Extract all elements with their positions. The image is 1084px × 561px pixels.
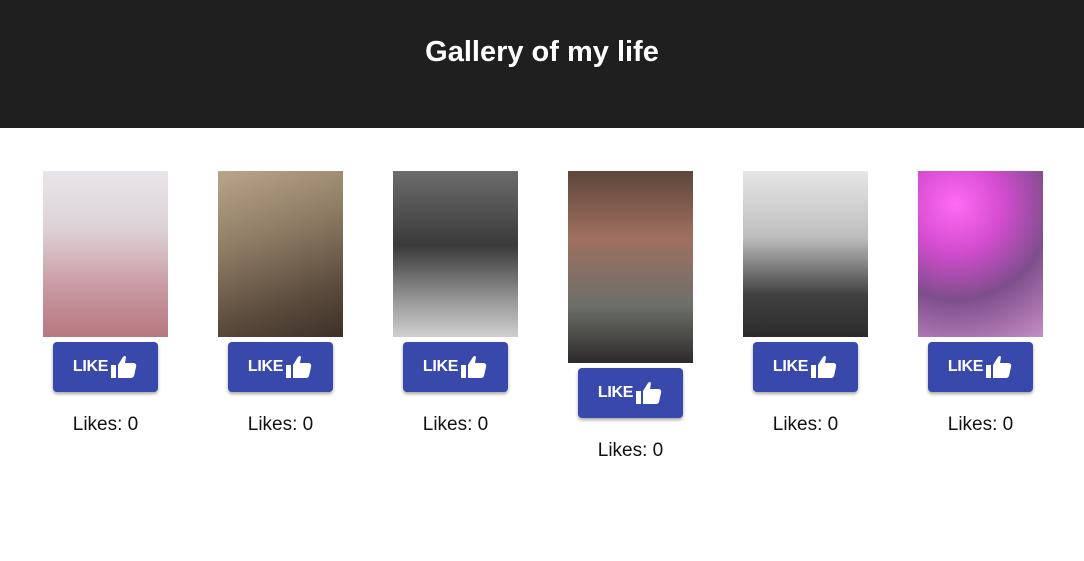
like-button[interactable]: LIKE	[53, 342, 158, 392]
thumbs-up-icon	[111, 356, 137, 378]
thumbs-up-icon	[461, 356, 487, 378]
like-button-label: LIKE	[772, 358, 809, 375]
couple-photo-icon	[43, 171, 168, 337]
like-button[interactable]: LIKE	[403, 342, 508, 392]
likes-count: Likes: 0	[597, 440, 664, 461]
like-button-label: LIKE	[247, 358, 284, 375]
like-button-label: LIKE	[72, 358, 109, 375]
couple-selfie-photo-icon	[918, 171, 1043, 337]
pug-bw-photo-icon	[393, 171, 518, 337]
couple-with-pug-photo-icon	[568, 171, 693, 363]
gallery-card: LIKE Likes: 0	[743, 171, 868, 436]
gallery-card: LIKE Likes: 0	[218, 171, 343, 436]
likes-count: Likes: 0	[947, 414, 1014, 435]
thumbs-up-icon	[286, 356, 312, 378]
couple-winter-photo-icon	[743, 171, 868, 337]
like-button[interactable]: LIKE	[578, 368, 683, 418]
like-button-label: LIKE	[947, 358, 984, 375]
gallery-card: LIKE Likes: 0	[393, 171, 518, 436]
gallery-card: LIKE Likes: 0	[43, 171, 168, 436]
like-button[interactable]: LIKE	[928, 342, 1033, 392]
like-button-label: LIKE	[422, 358, 459, 375]
app-header: Gallery of my life	[0, 0, 1084, 128]
like-button[interactable]: LIKE	[228, 342, 333, 392]
pug-photo-icon	[218, 171, 343, 337]
gallery-card: LIKE Likes: 0	[568, 171, 693, 462]
gallery-card: LIKE Likes: 0	[918, 171, 1043, 436]
likes-count: Likes: 0	[422, 414, 489, 435]
thumbs-up-icon	[636, 382, 662, 404]
likes-count: Likes: 0	[72, 414, 139, 435]
thumbs-up-icon	[811, 356, 837, 378]
like-button-label: LIKE	[597, 384, 634, 401]
likes-count: Likes: 0	[247, 414, 314, 435]
like-button[interactable]: LIKE	[753, 342, 858, 392]
thumbs-up-icon	[986, 356, 1012, 378]
page-title: Gallery of my life	[425, 36, 659, 68]
likes-count: Likes: 0	[772, 414, 839, 435]
